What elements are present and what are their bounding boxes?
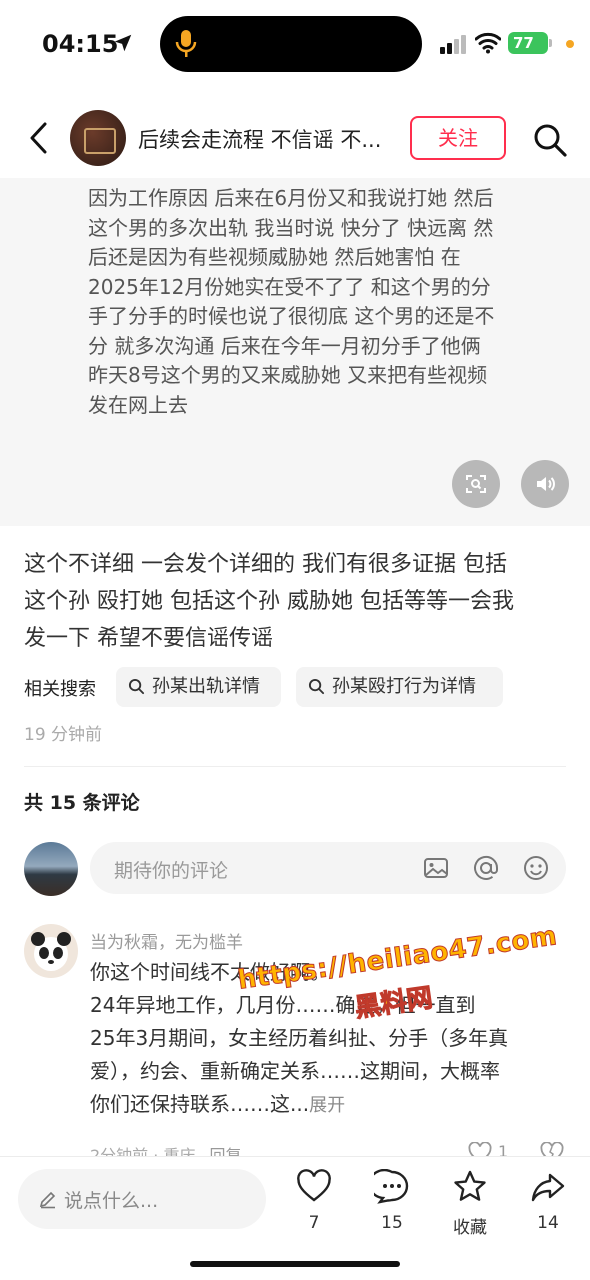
- post-header: 后续会走流程 不信谣 不... 关注: [0, 100, 590, 178]
- at-mention-icon[interactable]: [472, 854, 500, 882]
- battery-tip: [549, 39, 552, 47]
- image-text-line: 后还是因为有些视频威胁她 然后她害怕 在: [88, 245, 461, 269]
- battery-level: 77: [513, 34, 534, 52]
- share-count: 14: [537, 1213, 559, 1233]
- image-text-line: 发在网上去: [88, 392, 188, 417]
- comment-input[interactable]: 期待你的评论: [90, 842, 566, 894]
- scan-icon: [466, 475, 486, 493]
- related-search-chip-label: 孙某殴打行为详情: [332, 676, 476, 697]
- related-search: 相关搜索 孙某出轨详情 孙某殴打行为详情: [24, 667, 584, 707]
- related-search-label: 相关搜索: [24, 679, 96, 700]
- related-search-chip[interactable]: 孙某出轨详情: [116, 667, 281, 707]
- like-count: 7: [308, 1213, 320, 1233]
- signal-icon: [440, 35, 466, 54]
- image-scan-button[interactable]: [452, 460, 500, 508]
- commenter-name[interactable]: 当为秋霜，无为槛羊: [90, 928, 243, 953]
- related-search-chip[interactable]: 孙某殴打行为详情: [296, 667, 503, 707]
- share-arrow-icon: [531, 1173, 565, 1202]
- my-avatar: [24, 842, 78, 896]
- wifi-icon: [475, 32, 501, 54]
- image-text-line: 这个男的多次出轨 我当时说 快分了 快远离 然: [88, 215, 494, 240]
- post-body: 这个不详细 一会发个详细的 我们有很多证据 包括 这个孙 殴打她 包括这个孙 威…: [24, 546, 570, 657]
- comment-text-line: 你们还保持联系……这...展开: [90, 1088, 568, 1122]
- back-icon[interactable]: [26, 120, 52, 156]
- search-icon: [308, 678, 325, 695]
- privacy-indicator: [566, 40, 574, 48]
- image-text-line: 手了分手的时候也说了很彻底 这个男的还是不: [88, 304, 495, 328]
- divider: [24, 766, 566, 767]
- post-body-line: 发一下 希望不要信谣传谣: [24, 626, 273, 651]
- favorite-button[interactable]: 收藏: [440, 1169, 500, 1249]
- battery-icon: 77: [508, 32, 548, 54]
- post-time: 19 分钟前: [24, 725, 103, 745]
- expand-link[interactable]: 展开: [309, 1095, 345, 1116]
- image-text-line: 分 就多次沟通 后来在今年一月初分手了他俩: [88, 333, 481, 358]
- comment-count: 共 15 条评论: [24, 792, 140, 814]
- follow-button[interactable]: 关注: [410, 116, 506, 160]
- image-text-line: 2025年12月份她实在受不了了 和这个男的分: [88, 274, 491, 299]
- image-text-line: 昨天8号这个男的又来威胁她 又来把有些视频: [88, 363, 488, 387]
- comment-bubble-icon: [368, 1168, 409, 1204]
- related-search-chip-label: 孙某出轨详情: [152, 676, 260, 697]
- image-text-line: 因为工作原因 后来在6月份又和我说打她 然后: [88, 186, 494, 210]
- location-arrow-icon: [114, 34, 132, 52]
- comment-total: 15: [381, 1213, 403, 1233]
- panda-avatar-icon: [31, 932, 71, 971]
- microphone-icon: [175, 30, 197, 57]
- say-something-placeholder: 说点什么...: [64, 1190, 159, 1212]
- comment-input-placeholder: 期待你的评论: [114, 860, 229, 882]
- home-indicator: [190, 1261, 400, 1267]
- emoji-icon[interactable]: [522, 854, 550, 882]
- say-something-input[interactable]: 说点什么...: [18, 1169, 266, 1229]
- dynamic-island: [160, 16, 422, 72]
- comment-text-line-part: 你们还保持联系……这...: [90, 1092, 310, 1116]
- sound-button[interactable]: [521, 460, 569, 508]
- search-icon[interactable]: [532, 122, 568, 158]
- comment-text-line: 爱），约会、重新确定关系……这期间，大概率: [90, 1059, 500, 1083]
- bottom-action-bar: 说点什么... 7 15 收藏 14: [0, 1156, 590, 1280]
- search-icon: [128, 678, 145, 695]
- pen-icon: [39, 1191, 56, 1209]
- status-time: 04:15: [42, 30, 119, 58]
- favorite-label: 收藏: [453, 1218, 487, 1238]
- post-body-line: 这个不详细 一会发个详细的 我们有很多证据 包括: [24, 552, 507, 577]
- author-avatar[interactable]: [70, 110, 126, 166]
- share-button[interactable]: 14: [518, 1169, 578, 1249]
- heart-icon: [297, 1169, 331, 1202]
- status-bar: 04:15 77: [0, 0, 590, 90]
- image-icon[interactable]: [422, 854, 450, 882]
- star-icon: [454, 1170, 486, 1201]
- like-button[interactable]: 7: [284, 1169, 344, 1249]
- author-name[interactable]: 后续会走流程 不信谣 不...: [138, 124, 388, 154]
- commenter-avatar[interactable]: [24, 924, 78, 978]
- speaker-icon: [537, 477, 555, 491]
- image-text: 因为工作原因 后来在6月份又和我说打她 然后 这个男的多次出轨 我当时说 快分了…: [88, 184, 558, 420]
- comment-button[interactable]: 15: [362, 1168, 422, 1249]
- post-image[interactable]: 因为工作原因 后来在6月份又和我说打她 然后 这个男的多次出轨 我当时说 快分了…: [0, 178, 590, 526]
- post-body-line: 这个孙 殴打她 包括这个孙 威胁她 包括等等一会我: [24, 589, 514, 614]
- watermark-text: 黑料网: [353, 983, 435, 1025]
